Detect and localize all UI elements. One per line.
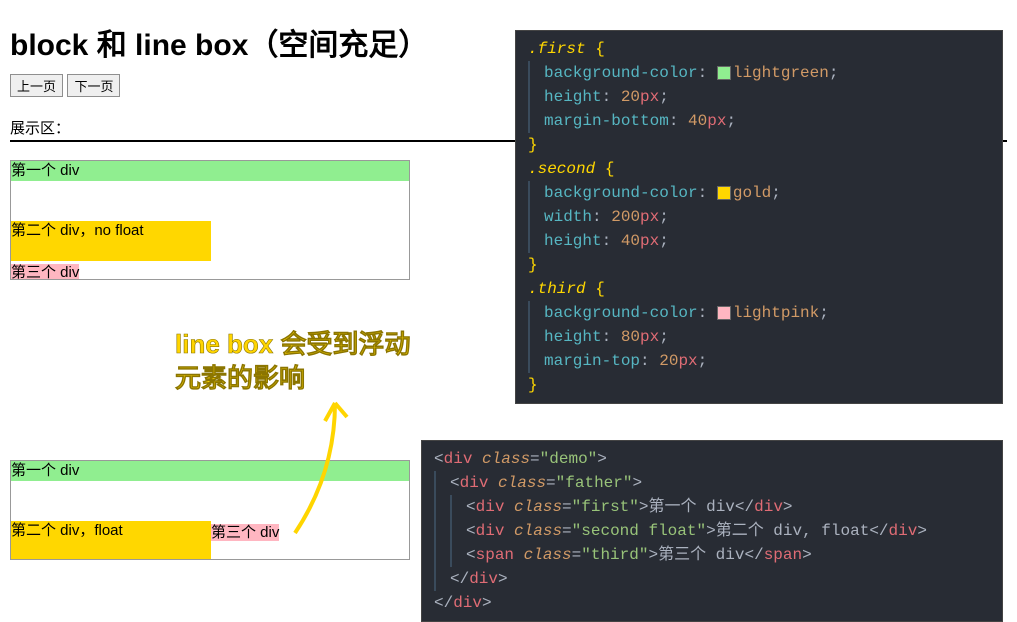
demo2-first: 第一个 div bbox=[11, 461, 409, 481]
demo2-third: 第三个 div bbox=[211, 524, 279, 541]
code-block-css: .first {background-color: lightgreen;hei… bbox=[515, 30, 1003, 404]
code-block-html: <div class="demo"><div class="father"><d… bbox=[421, 440, 1003, 622]
demo-box-1: 第一个 div 第二个 div，no float 第三个 div bbox=[10, 160, 410, 280]
next-button[interactable]: 下一页 bbox=[67, 74, 120, 97]
demo-box-2: 第一个 div 第二个 div，float 第三个 div bbox=[10, 460, 410, 560]
prev-button[interactable]: 上一页 bbox=[10, 74, 63, 97]
demo2-second: 第二个 div，float bbox=[11, 521, 211, 560]
demo1-third: 第三个 div bbox=[11, 264, 79, 280]
demo1-first: 第一个 div bbox=[11, 161, 409, 181]
demo1-second: 第二个 div，no float bbox=[11, 221, 211, 261]
